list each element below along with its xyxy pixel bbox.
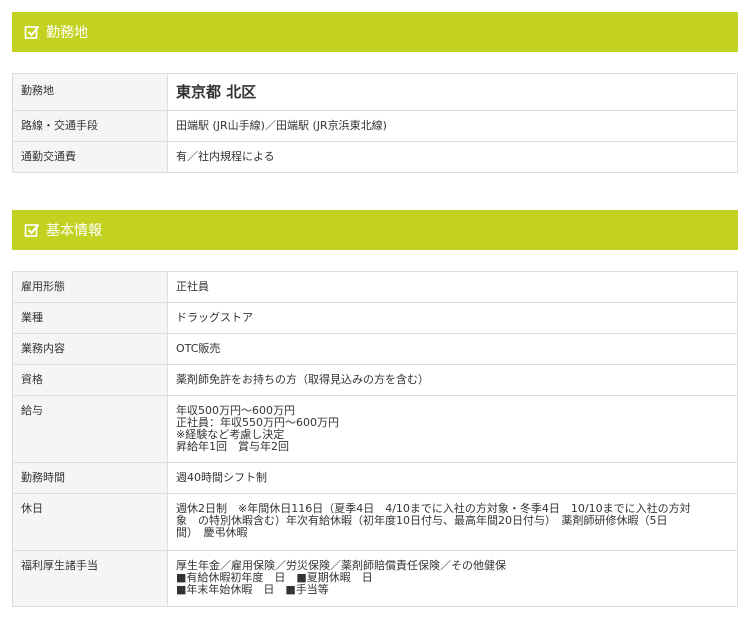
table-row: 雇用形態 正社員 [12,271,738,303]
holidays-line: 象 の特別休暇含む）年次有給休暇（初年度10日付与、最高年間20日付与） 薬剤師… [176,514,668,527]
table-row: 業種 ドラッグストア [12,302,738,334]
row-value: 田端駅 (JR山手線)／田端駅 (JR京浜東北線) [167,110,738,142]
benefits-value: 厚生年金／雇用保険／労災保険／薬剤師賠償責任保険／その他健保 ■有給休暇初年度 … [167,550,738,607]
salary-value: 年収500万円～600万円 正社員：年収550万円～600万円 ※経験など考慮し… [167,395,738,463]
row-label: 勤務時間 [12,462,168,494]
row-label: 資格 [12,364,168,396]
table-row: 福利厚生諸手当 厚生年金／雇用保険／労災保険／薬剤師賠償責任保険／その他健保 ■… [12,550,738,607]
row-value: 東京都 北区 [167,73,738,111]
row-value: OTC販売 [167,333,738,365]
section-header-work-location: 勤務地 [12,12,738,52]
checkbox-checked-icon [24,222,40,238]
benefits-line: ■年末年始休暇 日 ■手当等 [176,583,329,596]
section-header-basic-info: 基本情報 [12,210,738,250]
row-value: ドラッグストア [167,302,738,334]
row-label: 業務内容 [12,333,168,365]
checkbox-checked-icon [24,24,40,40]
holidays-value: 週休2日制 ※年間休日116日（夏季4日 4/10までに入社の方対象・冬季4日 … [167,493,738,551]
row-label: 勤務地 [12,73,168,111]
row-label: 雇用形態 [12,271,168,303]
table-row: 業務内容 OTC販売 [12,333,738,365]
row-label: 給与 [12,395,168,463]
section-title: 勤務地 [46,25,88,41]
table-row: 休日 週休2日制 ※年間休日116日（夏季4日 4/10までに入社の方対象・冬季… [12,493,738,551]
table-row: 給与 年収500万円～600万円 正社員：年収550万円～600万円 ※経験など… [12,395,738,463]
row-label: 福利厚生諸手当 [12,550,168,607]
location-value: 東京都 北区 [176,83,257,101]
row-label: 休日 [12,493,168,551]
row-value: 正社員 [167,271,738,303]
table-row: 路線・交通手段 田端駅 (JR山手線)／田端駅 (JR京浜東北線) [12,110,738,142]
row-label: 路線・交通手段 [12,110,168,142]
basic-info-table: 雇用形態 正社員 業種 ドラッグストア 業務内容 OTC販売 資格 薬剤師免許を… [12,271,738,607]
row-label: 業種 [12,302,168,334]
table-row: 資格 薬剤師免許をお持ちの方（取得見込みの方を含む） [12,364,738,396]
holidays-line: 間） 慶弔休暇 [176,526,248,539]
section-title: 基本情報 [46,223,102,239]
row-value: 週40時間シフト制 [167,462,738,494]
table-row: 勤務時間 週40時間シフト制 [12,462,738,494]
row-value: 薬剤師免許をお持ちの方（取得見込みの方を含む） [167,364,738,396]
table-row: 通勤交通費 有／社内規程による [12,141,738,173]
row-label: 通勤交通費 [12,141,168,173]
salary-line: 昇給年1回 賞与年2回 [176,440,289,453]
work-location-table: 勤務地 東京都 北区 路線・交通手段 田端駅 (JR山手線)／田端駅 (JR京浜… [12,73,738,173]
row-value: 有／社内規程による [167,141,738,173]
table-row: 勤務地 東京都 北区 [12,73,738,111]
